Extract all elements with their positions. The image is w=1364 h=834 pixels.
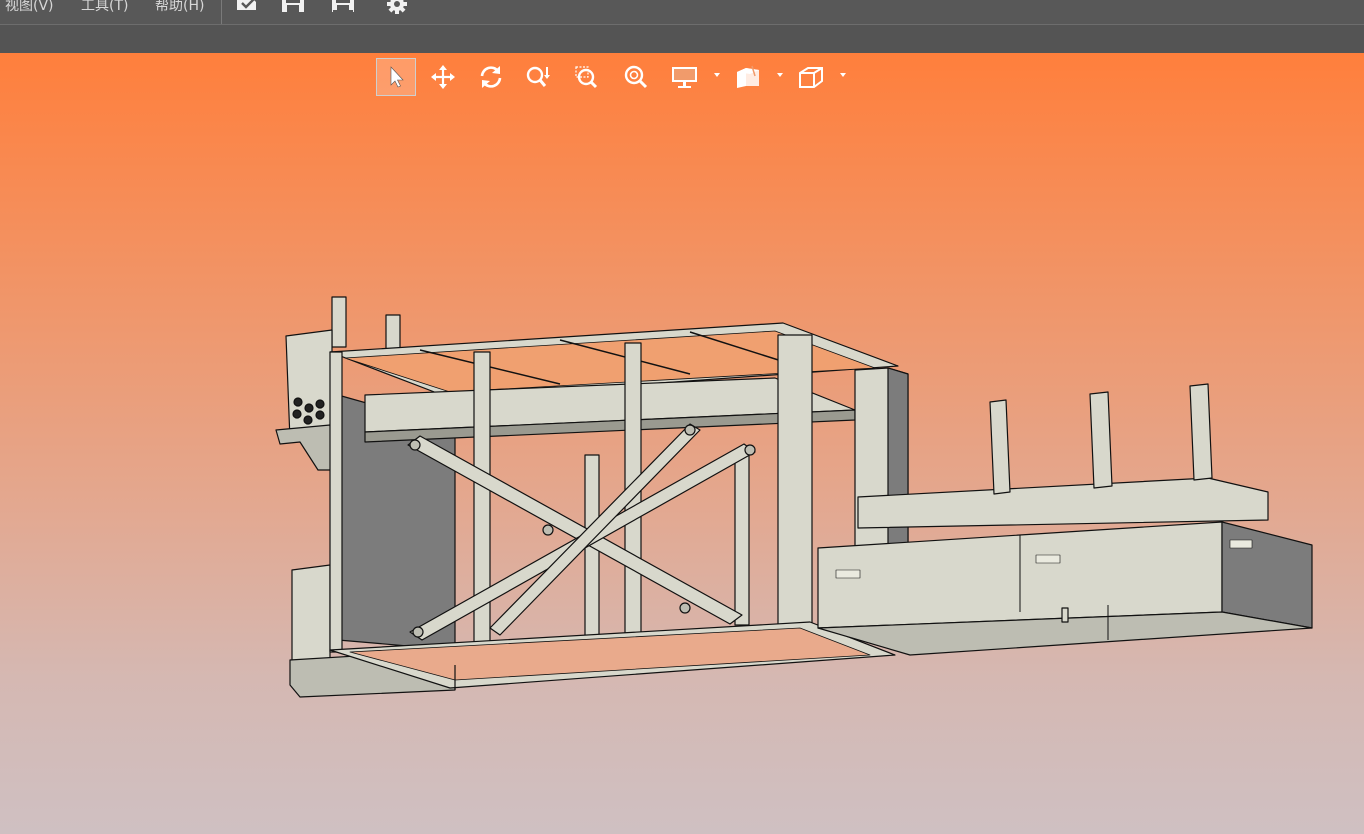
column-inner-2 (734, 449, 750, 626)
scissor-arm-1 (407, 435, 743, 625)
bracket (275, 424, 333, 471)
cad-model[interactable] (0, 0, 1364, 834)
conveyor-post-2 (1089, 391, 1113, 489)
conveyor-top (857, 477, 1269, 529)
conveyor-side (1221, 521, 1313, 629)
left-post-2 (385, 314, 401, 351)
conveyor-post-1 (989, 399, 1011, 495)
left-post-1 (331, 296, 347, 348)
conveyor-post-3 (1189, 383, 1213, 481)
column-4 (777, 334, 813, 626)
column-1 (329, 351, 343, 653)
base-cabinet (291, 564, 331, 665)
